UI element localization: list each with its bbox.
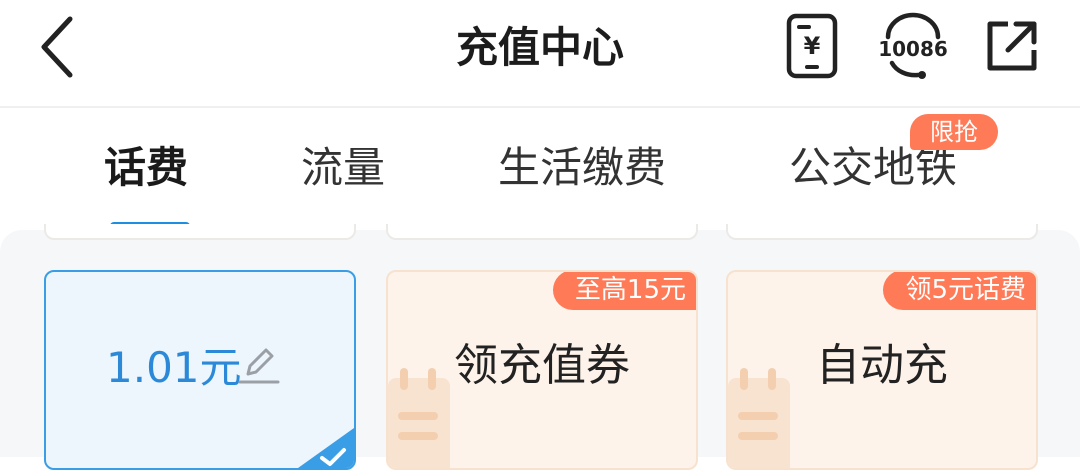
calendar-deco-icon xyxy=(728,368,790,468)
headset-icon: 10086 xyxy=(878,12,948,79)
recharge-options: 1.01元 至高15元 领充值券 领5元话费 自动充 xyxy=(0,224,1080,470)
calendar-deco-icon xyxy=(388,368,450,468)
bill-icon-glyph: ¥ xyxy=(804,32,821,60)
card-row-above xyxy=(44,224,356,240)
chevron-left-icon xyxy=(41,16,73,78)
card-row-above xyxy=(726,224,1038,240)
bill-icon: ¥ xyxy=(786,13,838,79)
bill-button[interactable]: ¥ xyxy=(776,10,848,82)
auto-recharge-card[interactable]: 领5元话费 自动充 xyxy=(726,270,1038,470)
tab-transit-badge: 限抢 xyxy=(910,114,998,150)
pencil-icon[interactable] xyxy=(236,342,282,388)
card-row-above xyxy=(386,224,698,240)
back-button[interactable] xyxy=(26,14,86,80)
share-icon xyxy=(987,21,1037,71)
category-tabs: 话费 流量 生活缴费 公交地铁 限抢 xyxy=(0,108,1080,230)
tab-data[interactable]: 流量 xyxy=(301,138,385,198)
share-button[interactable] xyxy=(976,10,1048,82)
tab-phone-bill[interactable]: 话费 xyxy=(104,138,188,198)
selected-check-icon xyxy=(298,428,354,468)
custom-amount-value: 1.01元 xyxy=(106,343,242,392)
top-bar: 充值中心 ¥ 10086 xyxy=(0,0,1080,108)
customer-service-button[interactable]: 10086 xyxy=(874,10,952,82)
custom-amount-card[interactable]: 1.01元 xyxy=(44,270,356,470)
tab-utilities[interactable]: 生活缴费 xyxy=(498,138,666,198)
service-number: 10086 xyxy=(878,37,948,61)
auto-recharge-tag: 领5元话费 xyxy=(883,272,1036,310)
coupon-card[interactable]: 至高15元 领充值券 xyxy=(386,270,698,470)
coupon-tag: 至高15元 xyxy=(552,272,696,310)
